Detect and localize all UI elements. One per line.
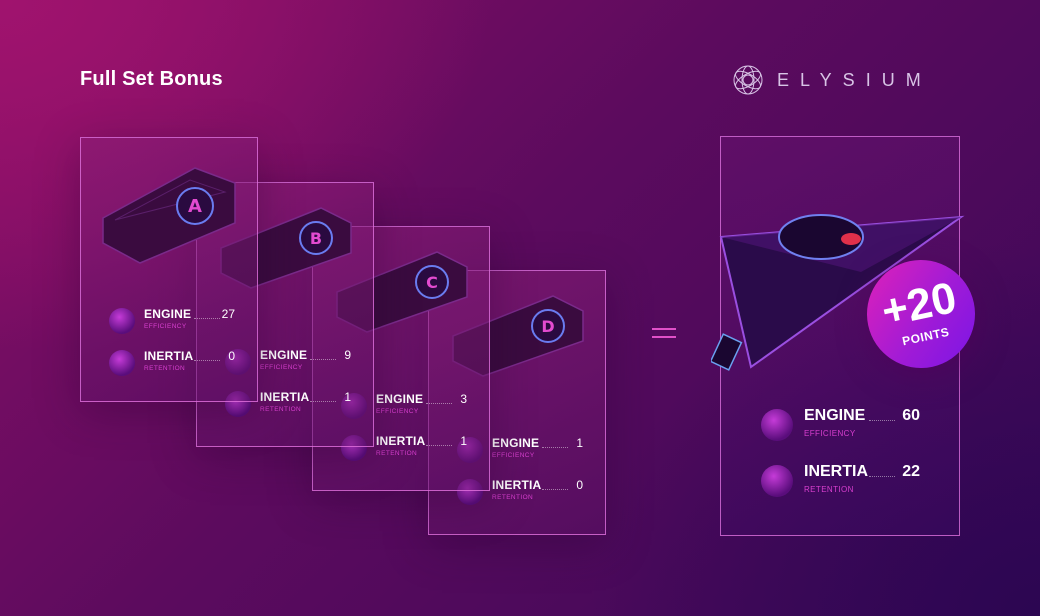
equals-icon bbox=[652, 328, 676, 340]
leader-dots bbox=[869, 476, 895, 477]
lightning-icon bbox=[109, 308, 135, 334]
logo-text: ELYSIUM bbox=[777, 69, 932, 90]
swirl-logo-icon bbox=[733, 65, 763, 95]
elysium-logo: ELYSIUM bbox=[731, 62, 932, 98]
engine-stat: ENGINE EFFICIENCY 27 bbox=[81, 306, 257, 336]
inertia-stat: INERTIA RETENTION 0 bbox=[81, 348, 257, 378]
leader-dots bbox=[869, 420, 895, 421]
card-letter: C bbox=[426, 273, 438, 292]
module-card-art: A bbox=[102, 167, 236, 264]
set-card-a[interactable]: A ENGINE EFFICIENCY 27 INERTIA RETENTION… bbox=[80, 137, 258, 402]
card-letter: B bbox=[310, 229, 322, 248]
page-title: Full Set Bonus bbox=[80, 68, 223, 90]
lightning-icon bbox=[761, 409, 793, 441]
card-letter: D bbox=[541, 317, 554, 336]
swirl-icon bbox=[109, 350, 135, 376]
total-engine-stat: ENGINE EFFICIENCY 60 bbox=[721, 407, 959, 447]
card-letter: A bbox=[188, 196, 202, 217]
swirl-icon bbox=[761, 465, 793, 497]
total-inertia-stat: INERTIA RETENTION 22 bbox=[721, 463, 959, 503]
